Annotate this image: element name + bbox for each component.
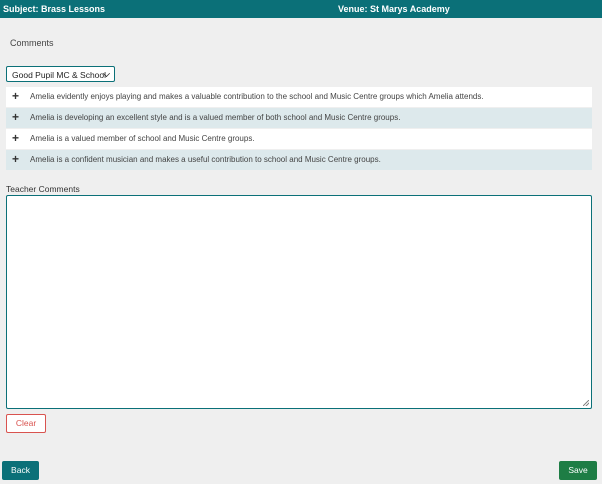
add-comment-plus-icon[interactable]: +: [12, 90, 19, 102]
clear-button[interactable]: Clear: [6, 414, 46, 433]
add-comment-plus-icon[interactable]: +: [12, 153, 19, 165]
comment-item-text: Amelia evidently enjoys playing and make…: [30, 92, 484, 101]
top-header-bar: Subject: Brass Lessons Venue: St Marys A…: [0, 0, 602, 18]
comment-item[interactable]: + Amelia is a valued member of school an…: [6, 129, 592, 149]
venue-label: Venue: St Marys Academy: [338, 4, 450, 14]
comments-heading: Comments: [10, 38, 54, 48]
resize-grip-icon[interactable]: [583, 400, 589, 406]
add-comment-plus-icon[interactable]: +: [12, 132, 19, 144]
add-comment-plus-icon[interactable]: +: [12, 111, 19, 123]
comment-list: + Amelia evidently enjoys playing and ma…: [6, 87, 592, 171]
comment-category-select[interactable]: Good Pupil MC & School: [6, 66, 115, 82]
back-button[interactable]: Back: [2, 461, 39, 480]
subject-label: Subject: Brass Lessons: [3, 4, 106, 14]
comment-item-text: Amelia is a confident musician and makes…: [30, 155, 381, 164]
teacher-comments-textarea[interactable]: [6, 195, 592, 409]
comment-item[interactable]: + Amelia is developing an excellent styl…: [6, 108, 592, 128]
save-button[interactable]: Save: [559, 461, 597, 480]
comment-item-text: Amelia is developing an excellent style …: [30, 113, 401, 122]
comment-category-value: Good Pupil MC & School: [12, 70, 107, 80]
comment-item[interactable]: + Amelia is a confident musician and mak…: [6, 150, 592, 170]
teacher-comments-label: Teacher Comments: [6, 184, 80, 194]
comment-item[interactable]: + Amelia evidently enjoys playing and ma…: [6, 87, 592, 107]
comment-item-text: Amelia is a valued member of school and …: [30, 134, 255, 143]
